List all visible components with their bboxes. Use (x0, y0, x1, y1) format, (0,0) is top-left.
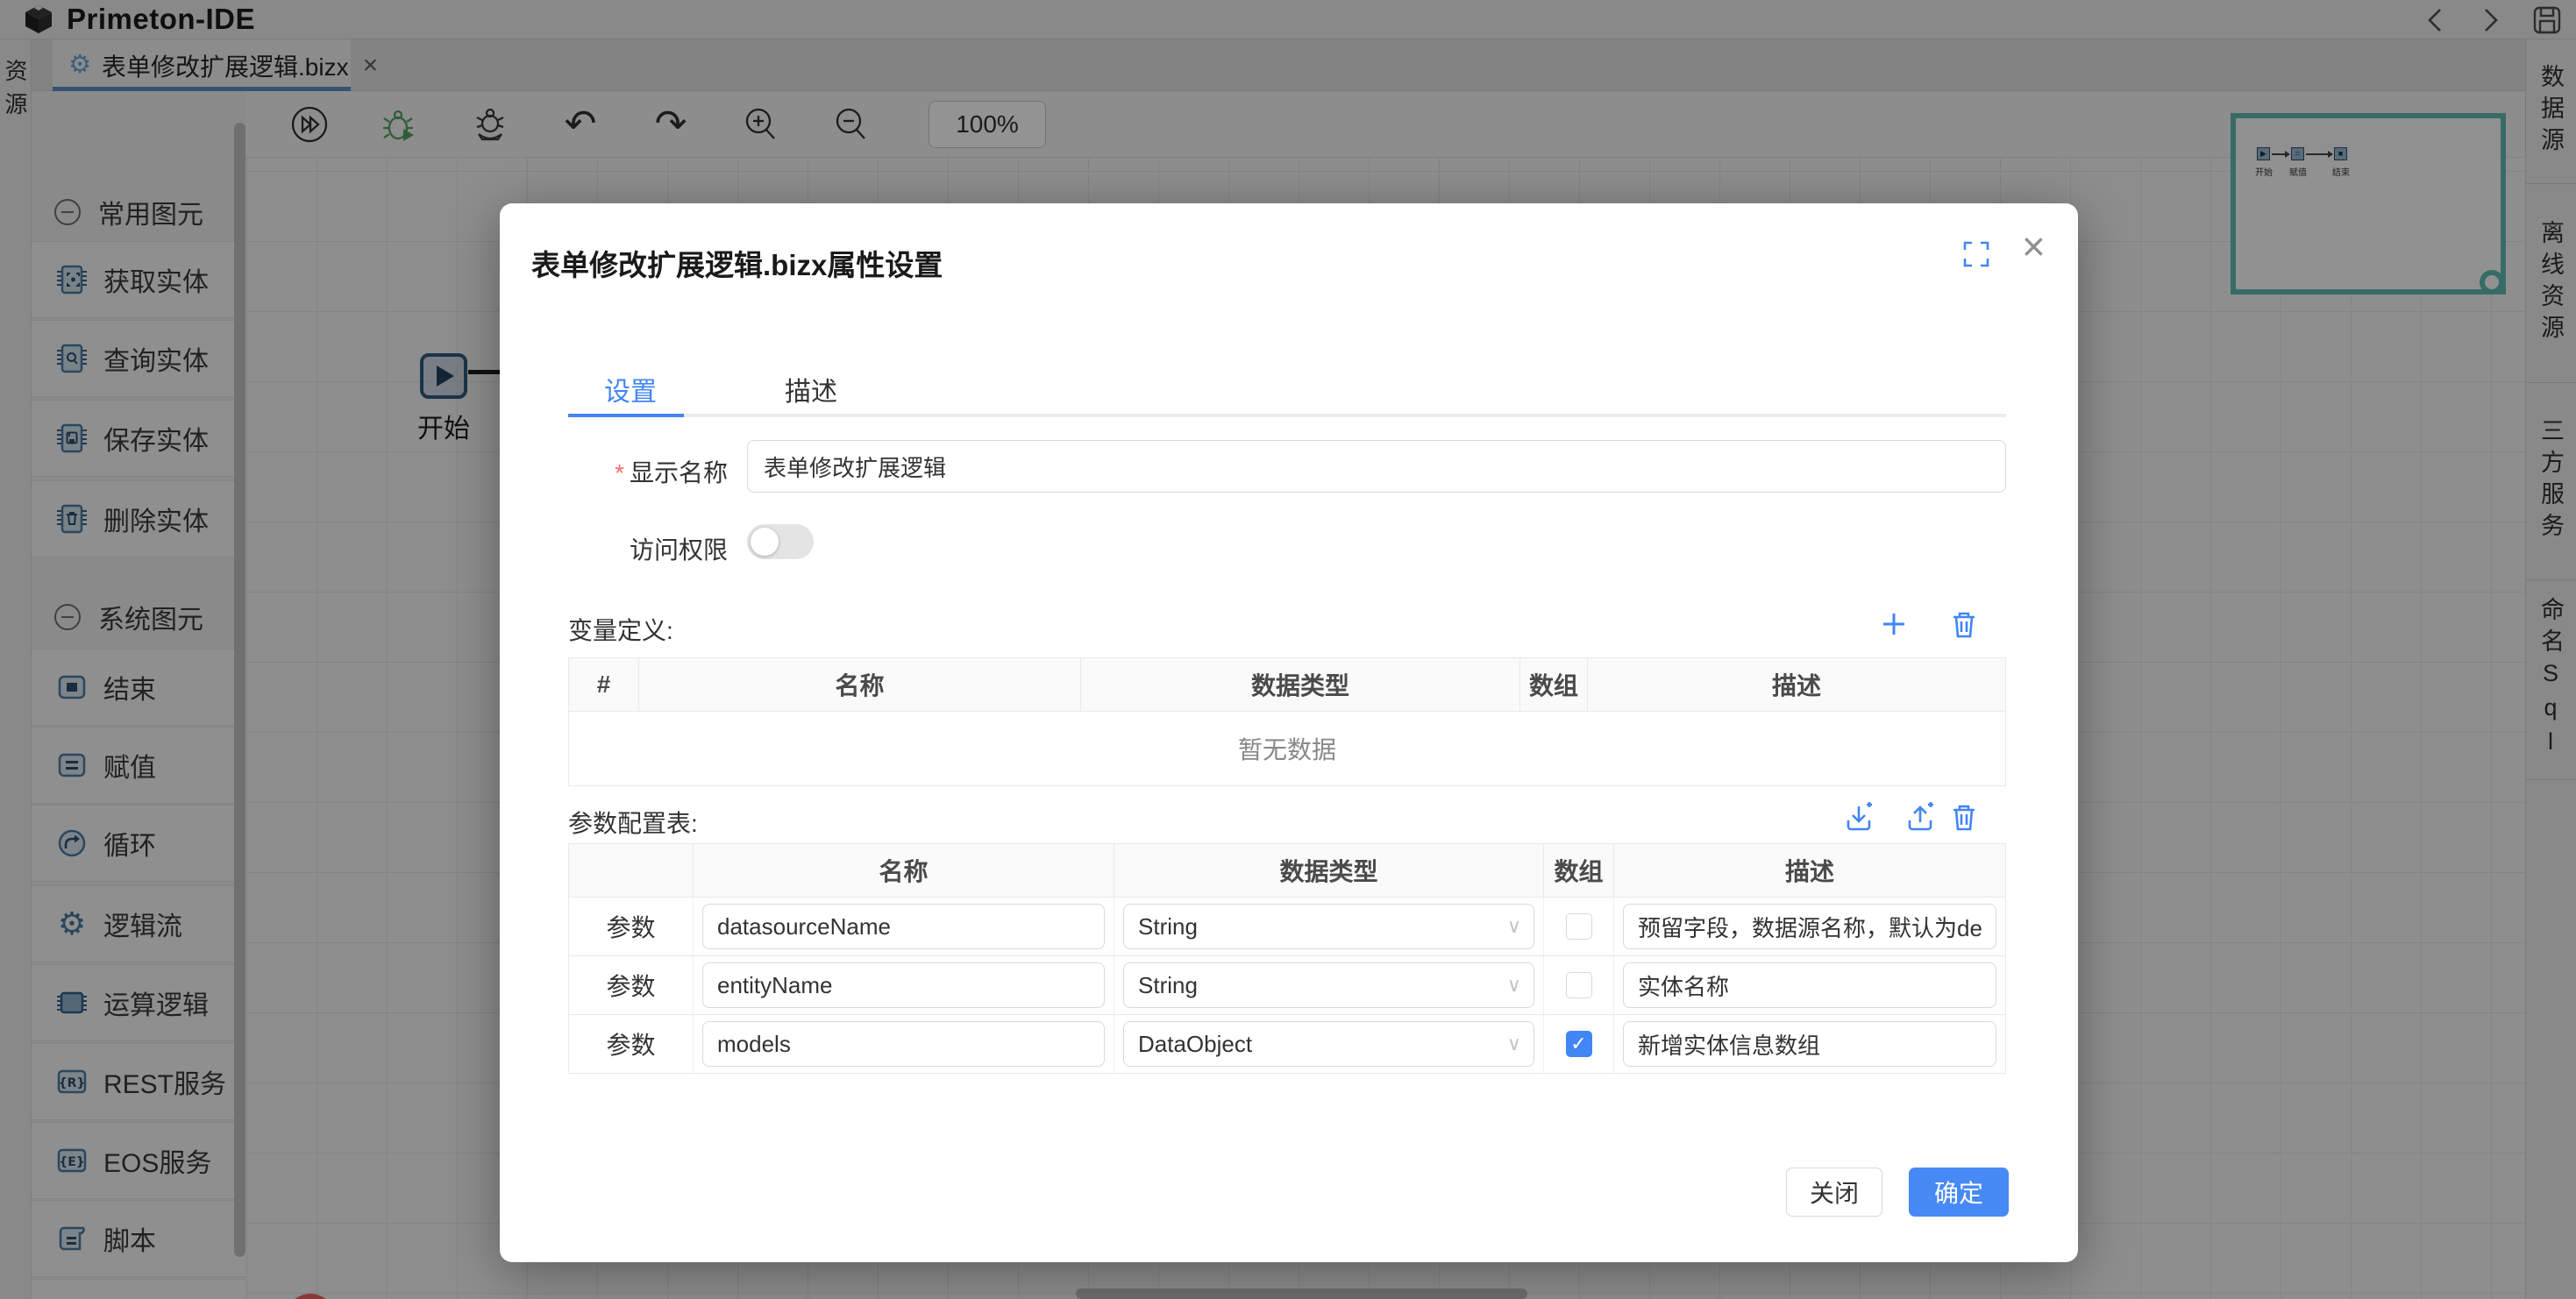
close-icon[interactable]: × (2022, 226, 2046, 266)
variables-table: # 名称 数据类型 数组 描述 暂无数据 (568, 657, 2006, 786)
properties-dialog: 表单修改扩展逻辑.bizx属性设置 × 设置 描述 *显示名称 访问权限 变量定… (500, 203, 2078, 1262)
tab-settings[interactable]: 设置 (604, 370, 657, 408)
close-button[interactable]: 关闭 (1786, 1168, 1882, 1217)
param-kind: 参数 (569, 898, 694, 955)
col-name: 名称 (639, 658, 1081, 711)
required-mark: * (615, 459, 624, 486)
param-kind: 参数 (569, 956, 694, 1014)
params-table-header: 名称 数据类型 数组 描述 (569, 844, 2005, 898)
data-type-select[interactable]: DataObject ∨ (1123, 1021, 1534, 1067)
col-description: 描述 (1614, 844, 2005, 897)
ok-button[interactable]: 确定 (1909, 1168, 2009, 1217)
export-icon[interactable] (1904, 801, 1936, 833)
import-icon[interactable] (1843, 801, 1875, 833)
col-description: 描述 (1588, 658, 2005, 711)
chevron-down-icon: ∨ (1507, 915, 1521, 938)
params-table: 名称 数据类型 数组 描述 参数 String ∨ 参数 String ∨ 参数 (568, 843, 2006, 1074)
display-name-input[interactable] (747, 440, 2006, 493)
param-row: 参数 DataObject ∨ ✓ (569, 1015, 2005, 1073)
access-toggle[interactable] (747, 524, 814, 559)
param-kind: 参数 (569, 1015, 694, 1073)
display-name-label: *显示名称 (568, 454, 728, 489)
access-label: 访问权限 (568, 531, 728, 566)
param-name-input[interactable] (702, 1021, 1105, 1067)
param-row: 参数 String ∨ (569, 956, 2005, 1015)
col-data-type: 数据类型 (1114, 844, 1544, 897)
col-data-type: 数据类型 (1081, 658, 1520, 711)
param-row: 参数 String ∨ (569, 898, 2005, 956)
data-type-value: String (1138, 972, 1198, 999)
dialog-title: 表单修改扩展逻辑.bizx属性设置 (531, 242, 943, 284)
tab-track (568, 414, 2006, 417)
fullscreen-icon[interactable] (1962, 240, 1990, 268)
empty-state: 暂无数据 (569, 712, 2005, 785)
chevron-down-icon: ∨ (1507, 1033, 1521, 1055)
data-type-select[interactable]: String ∨ (1123, 904, 1534, 949)
param-desc-input[interactable] (1623, 962, 1996, 1008)
param-name-input[interactable] (702, 962, 1105, 1008)
add-variable-icon[interactable] (1878, 608, 1910, 640)
array-checkbox[interactable] (1566, 972, 1592, 998)
params-section-label: 参数配置表: (568, 805, 698, 840)
col-index: # (569, 658, 639, 711)
col-name: 名称 (694, 844, 1114, 897)
delete-param-icon[interactable] (1948, 801, 1980, 833)
data-type-value: String (1138, 913, 1198, 941)
data-type-select[interactable]: String ∨ (1123, 962, 1534, 1008)
param-name-input[interactable] (702, 904, 1105, 949)
param-desc-input[interactable] (1623, 904, 1996, 949)
array-checkbox[interactable]: ✓ (1566, 1031, 1592, 1057)
data-type-value: DataObject (1138, 1031, 1252, 1058)
col-array: 数组 (1520, 658, 1588, 711)
param-desc-input[interactable] (1623, 1021, 1996, 1067)
variables-table-header: # 名称 数据类型 数组 描述 (569, 658, 2005, 712)
chevron-down-icon: ∨ (1507, 974, 1521, 997)
tab-active-indicator (568, 414, 684, 417)
variables-section-label: 变量定义: (568, 612, 673, 647)
array-checkbox[interactable] (1566, 913, 1592, 940)
tab-description[interactable]: 描述 (785, 370, 837, 408)
col-array: 数组 (1544, 844, 1614, 897)
col-kind (569, 844, 694, 897)
delete-variable-icon[interactable] (1948, 608, 1980, 640)
